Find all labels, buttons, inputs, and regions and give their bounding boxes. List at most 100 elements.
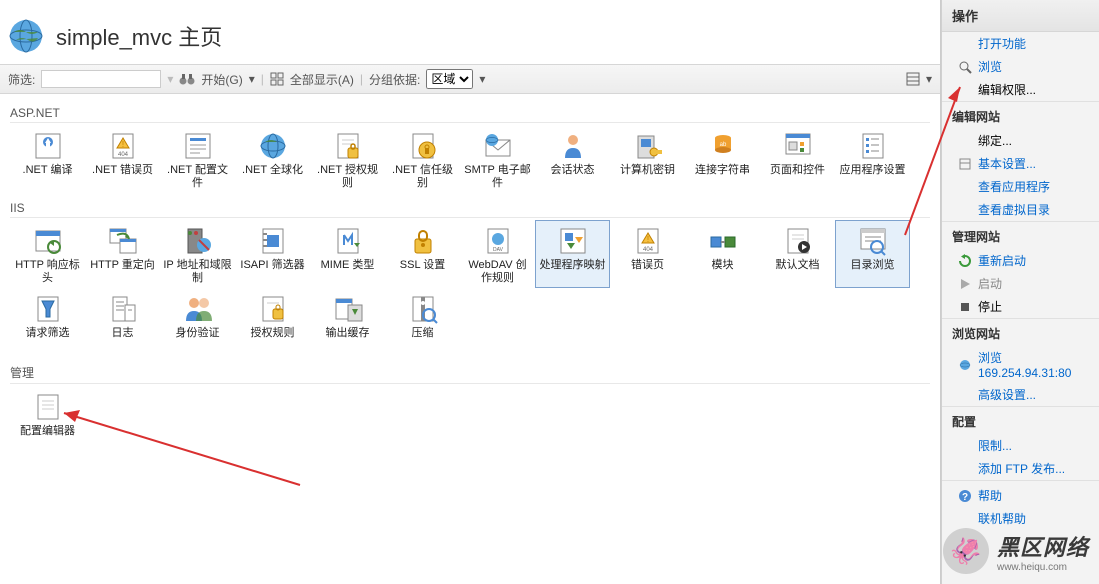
feature-webdav[interactable]: DAV WebDAV 创作规则 bbox=[460, 220, 535, 288]
feature-isapi[interactable]: ISAPI 筛选器 bbox=[235, 220, 310, 288]
feature-label: MIME 类型 bbox=[321, 259, 375, 272]
feature-app-settings[interactable]: 应用程序设置 bbox=[835, 125, 910, 193]
feature-ip-domain[interactable]: IP 地址和域限制 bbox=[160, 220, 235, 288]
feature-http-response[interactable]: HTTP 响应标头 bbox=[10, 220, 85, 288]
feature-label: WebDAV 创作规则 bbox=[463, 259, 532, 285]
start-dropdown[interactable]: 开始(G) bbox=[201, 71, 242, 88]
feature-pages-controls[interactable]: 页面和控件 bbox=[760, 125, 835, 193]
feature-label: 会话状态 bbox=[551, 164, 595, 177]
play-icon bbox=[958, 277, 972, 291]
feature-logging[interactable]: 日志 bbox=[85, 288, 160, 356]
online-help-link[interactable]: 联机帮助 bbox=[942, 507, 1099, 530]
feature-default-doc[interactable]: 默认文档 bbox=[760, 220, 835, 288]
feature-authn[interactable]: 身份验证 bbox=[160, 288, 235, 356]
restart-link[interactable]: 重新启动 bbox=[942, 249, 1099, 272]
content-area: ASP.NET .NET 编译!404.NET 错误页.NET 配置文件.NET… bbox=[0, 94, 940, 584]
feature-label: 模块 bbox=[712, 259, 734, 272]
feature-net-error-pages[interactable]: !404 .NET 错误页 bbox=[85, 125, 160, 193]
svg-text:404: 404 bbox=[642, 247, 653, 253]
feature-label: HTTP 重定向 bbox=[90, 259, 155, 272]
feature-net-globalization[interactable]: .NET 全球化 bbox=[235, 125, 310, 193]
watermark: 🦑 黑区网络 www.heiqu.com bbox=[943, 528, 1089, 574]
page-title: simple_mvc 主页 bbox=[56, 20, 222, 52]
browse-address-link[interactable]: 浏览 169.254.94.31:80 bbox=[942, 346, 1099, 383]
watermark-brand: 黑区网络 bbox=[997, 530, 1089, 562]
feature-req-filter[interactable]: 请求筛选 bbox=[10, 288, 85, 356]
conn-strings-icon: ab bbox=[707, 130, 739, 162]
feature-label: 页面和控件 bbox=[770, 164, 825, 177]
showall-icon bbox=[270, 72, 284, 86]
isapi-icon bbox=[257, 225, 289, 257]
feature-machine-key[interactable]: 计算机密钥 bbox=[610, 125, 685, 193]
feature-handler-map[interactable]: 处理程序映射 bbox=[535, 220, 610, 288]
feature-mime[interactable]: MIME 类型 bbox=[310, 220, 385, 288]
default-doc-icon bbox=[782, 225, 814, 257]
http-redirect-icon bbox=[107, 225, 139, 257]
net-compile-icon bbox=[32, 130, 64, 162]
http-response-icon bbox=[32, 225, 64, 257]
show-all-button[interactable]: 全部显示(A) bbox=[290, 71, 354, 88]
add-ftp-link[interactable]: 添加 FTP 发布... bbox=[942, 457, 1099, 480]
adv-settings-link[interactable]: 高级设置... bbox=[942, 383, 1099, 406]
feature-net-authz[interactable]: .NET 授权规则 bbox=[310, 125, 385, 193]
bindings-link[interactable]: 绑定... bbox=[942, 129, 1099, 152]
help-link[interactable]: ?帮助 bbox=[942, 480, 1099, 507]
feature-smtp[interactable]: SMTP 电子邮件 bbox=[460, 125, 535, 193]
manage-site-header: 管理网站 bbox=[942, 221, 1099, 249]
browse-link[interactable]: 浏览 bbox=[942, 55, 1099, 78]
group-by-select[interactable]: 区域 bbox=[426, 69, 473, 89]
limits-link[interactable]: 限制... bbox=[942, 434, 1099, 457]
svg-text:?: ? bbox=[962, 492, 968, 503]
feature-modules[interactable]: 模块 bbox=[685, 220, 760, 288]
feature-output-cache[interactable]: 输出缓存 bbox=[310, 288, 385, 356]
pages-controls-icon bbox=[782, 130, 814, 162]
config-editor-icon bbox=[32, 391, 64, 423]
feature-label: 连接字符串 bbox=[695, 164, 750, 177]
feature-ssl[interactable]: SSL 设置 bbox=[385, 220, 460, 288]
binoculars-icon bbox=[179, 72, 195, 86]
feature-net-profiles[interactable]: .NET 配置文件 bbox=[160, 125, 235, 193]
feature-dir-browse[interactable]: 目录浏览 bbox=[835, 220, 910, 288]
feature-label: .NET 全球化 bbox=[242, 164, 303, 177]
svg-text:DAV: DAV bbox=[493, 247, 504, 253]
view-vdirs-link[interactable]: 查看虚拟目录 bbox=[942, 198, 1099, 221]
feature-error-pages[interactable]: !404错误页 bbox=[610, 220, 685, 288]
authn-icon bbox=[182, 293, 214, 325]
feature-label: 日志 bbox=[112, 327, 134, 340]
feature-net-trust[interactable]: .NET 信任级别 bbox=[385, 125, 460, 193]
feature-conn-strings[interactable]: ab 连接字符串 bbox=[685, 125, 760, 193]
feature-authz-rules[interactable]: 授权规则 bbox=[235, 288, 310, 356]
feature-label: 应用程序设置 bbox=[840, 164, 906, 177]
iis-grid: HTTP 响应标头 HTTP 重定向 IP 地址和域限制ISAPI 筛选器 MIME … bbox=[10, 220, 930, 356]
open-feature-link[interactable]: 打开功能 bbox=[942, 32, 1099, 55]
feature-config-editor[interactable]: 配置编辑器 bbox=[10, 386, 85, 454]
machine-key-icon bbox=[632, 130, 664, 162]
app-settings-icon bbox=[857, 130, 889, 162]
view-toggle-icon[interactable] bbox=[906, 72, 920, 86]
feature-net-compile[interactable]: .NET 编译 bbox=[10, 125, 85, 193]
feature-label: .NET 错误页 bbox=[92, 164, 153, 177]
watermark-url: www.heiqu.com bbox=[997, 562, 1089, 573]
filter-input[interactable] bbox=[41, 70, 161, 88]
feature-session-state[interactable]: 会话状态 bbox=[535, 125, 610, 193]
view-apps-link[interactable]: 查看应用程序 bbox=[942, 175, 1099, 198]
section-iis: IIS bbox=[10, 199, 930, 218]
stop-link[interactable]: 停止 bbox=[942, 295, 1099, 318]
title-bar: simple_mvc 主页 bbox=[0, 0, 940, 64]
feature-compression[interactable]: 压缩 bbox=[385, 288, 460, 356]
start-link[interactable]: 启动 bbox=[942, 272, 1099, 295]
compression-icon bbox=[407, 293, 439, 325]
actions-title: 操作 bbox=[942, 0, 1099, 32]
net-error-pages-icon: !404 bbox=[107, 130, 139, 162]
ssl-icon bbox=[407, 225, 439, 257]
restart-icon bbox=[958, 254, 972, 268]
edit-permissions-link[interactable]: 编辑权限... bbox=[942, 78, 1099, 101]
feature-label: SMTP 电子邮件 bbox=[463, 164, 532, 190]
mime-icon bbox=[332, 225, 364, 257]
browse-icon bbox=[958, 60, 972, 74]
svg-text:404: 404 bbox=[117, 152, 128, 158]
basic-settings-link[interactable]: 基本设置... bbox=[942, 152, 1099, 175]
feature-http-redirect[interactable]: HTTP 重定向 bbox=[85, 220, 160, 288]
help-icon: ? bbox=[958, 489, 972, 503]
svg-text:ab: ab bbox=[719, 142, 726, 148]
